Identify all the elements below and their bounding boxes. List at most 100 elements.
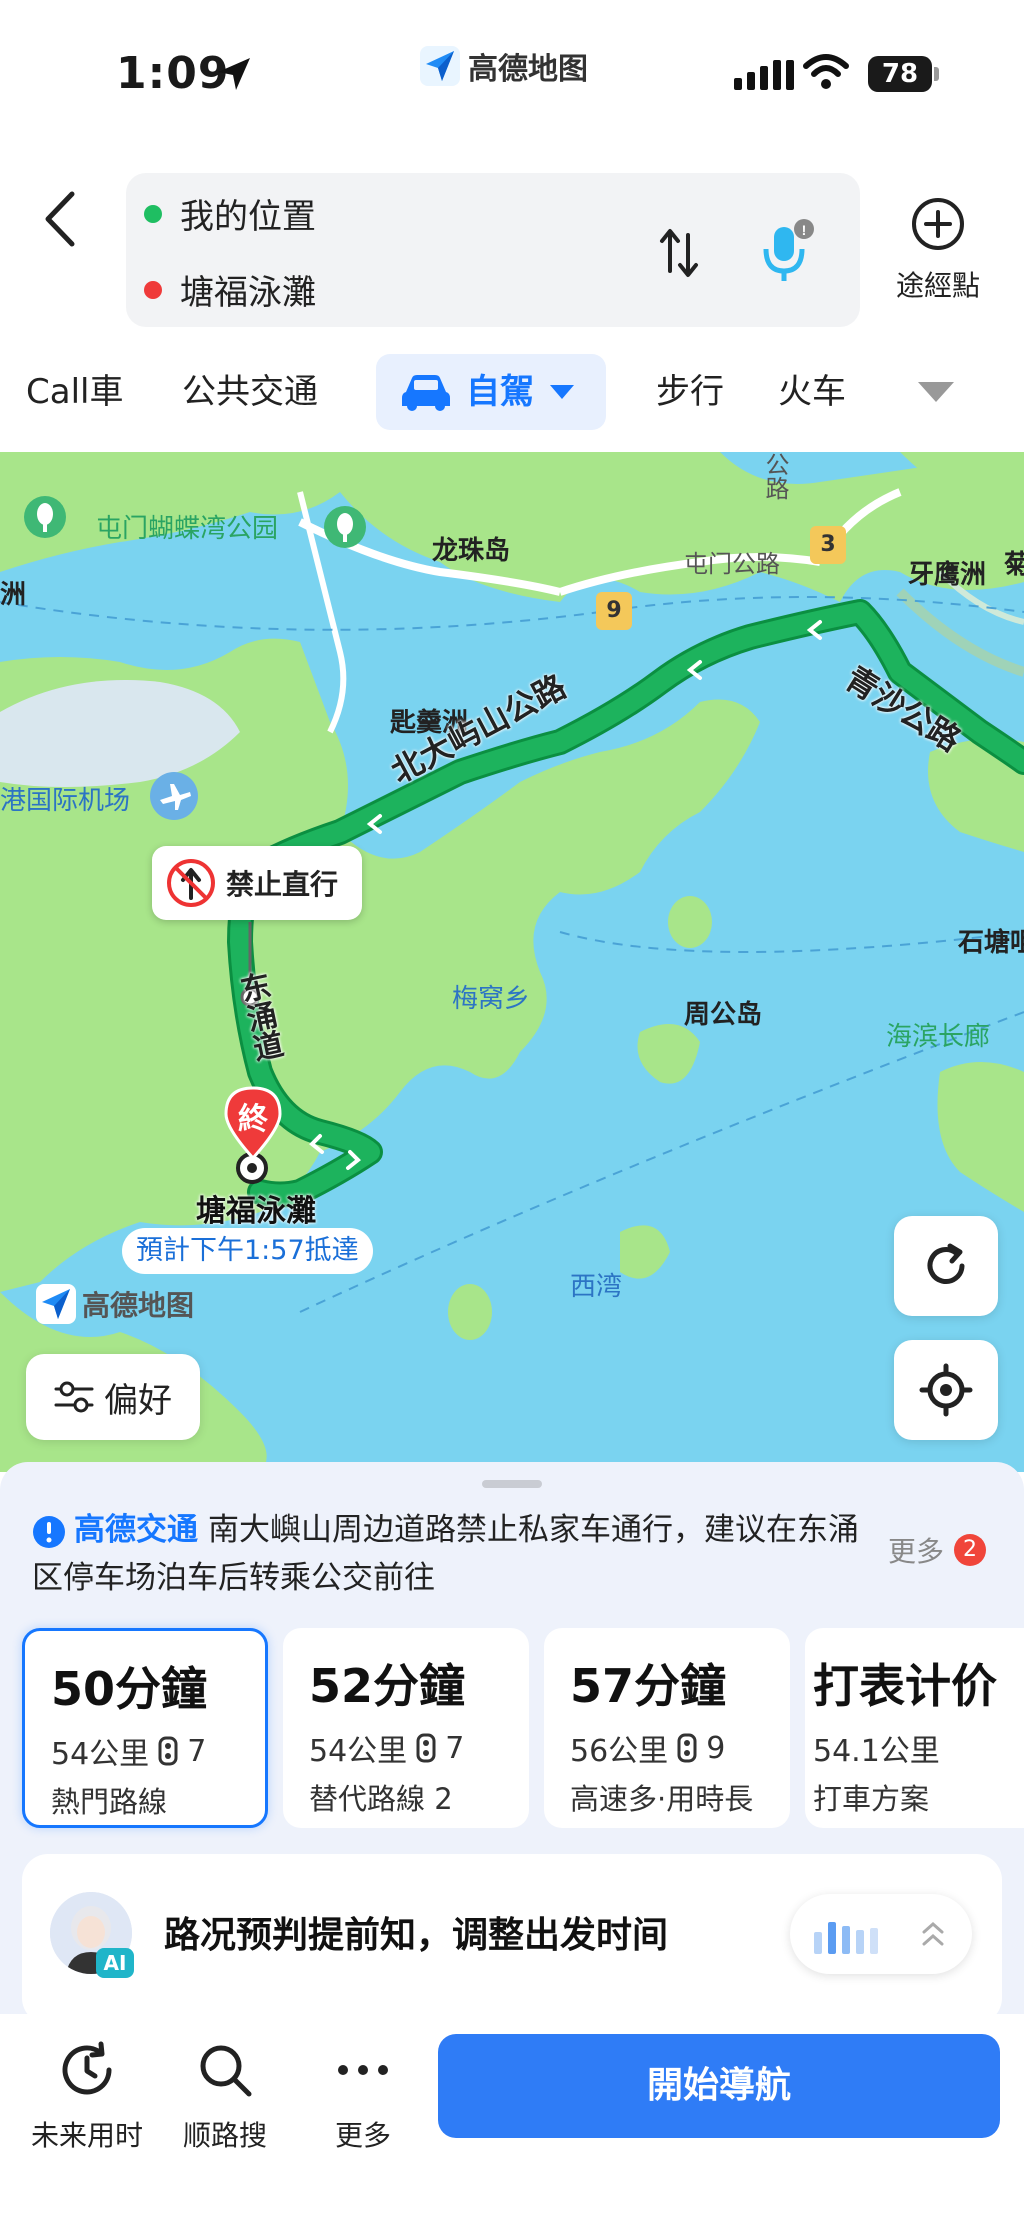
chevron-up-icon bbox=[922, 1921, 944, 1946]
route-distance-row: 54公里 7 bbox=[309, 1726, 529, 1770]
destination-text: 塘福泳灘 bbox=[180, 273, 316, 313]
ai-expand-button[interactable] bbox=[790, 1894, 972, 1974]
map-label-peng-chau: 周公岛 bbox=[684, 1000, 763, 1030]
ai-badge: AI bbox=[96, 1948, 134, 1978]
clock-icon bbox=[62, 2041, 112, 2095]
destination-pin[interactable]: 終 bbox=[222, 1084, 284, 1164]
map-label-edge-left: 洲 bbox=[0, 580, 27, 610]
more-options-label: 更多 bbox=[334, 2119, 391, 2152]
travel-mode-tabs: Call車 公共交通 自駕 步行 火车 bbox=[0, 354, 1024, 430]
route-distance: 54公里 bbox=[309, 1734, 408, 1769]
future-time-button[interactable]: 未来用时 bbox=[22, 2038, 152, 2154]
destination-map-name: 塘福泳灘 bbox=[196, 1194, 316, 1229]
route-tag: 熱門路線 bbox=[51, 1785, 168, 1819]
route-duration: 50分鐘 bbox=[51, 1662, 208, 1716]
notice-source: 高德交通 bbox=[74, 1512, 198, 1548]
origin-dot-icon bbox=[144, 204, 162, 223]
location-arrow-icon bbox=[218, 58, 250, 90]
sheet-handle[interactable] bbox=[482, 1480, 542, 1488]
eta-label: 預計下午1:57抵達 bbox=[122, 1228, 373, 1274]
ai-suggestion-text: 路况预判提前知，调整出发时间 bbox=[164, 1915, 669, 1956]
tab-walk[interactable]: 步行 bbox=[656, 354, 724, 430]
car-icon bbox=[402, 375, 450, 411]
future-time-label: 未来用时 bbox=[30, 2119, 143, 2152]
taxi-tag: 打車方案 bbox=[813, 1782, 930, 1816]
notice-more-link[interactable]: 更多 2 bbox=[888, 1530, 987, 1570]
route-3-shield: 3 bbox=[810, 526, 846, 564]
map-label-seaside: 海滨长廊 bbox=[886, 1022, 991, 1052]
more-dots-icon bbox=[338, 2065, 388, 2075]
search-icon bbox=[200, 2045, 252, 2097]
app-brand: 高德地图 bbox=[420, 44, 588, 88]
origin-field[interactable]: 我的位置 bbox=[144, 189, 316, 238]
add-waypoint-button[interactable]: 途經點 bbox=[880, 196, 996, 306]
traffic-light-icon bbox=[158, 1736, 178, 1766]
info-icon bbox=[33, 1515, 65, 1548]
destination-dot-icon bbox=[144, 280, 162, 299]
voice-input-icon[interactable]: ! bbox=[756, 215, 820, 287]
route-traffic-lights: 9 bbox=[706, 1730, 726, 1766]
route-tag: 替代路線 2 bbox=[309, 1782, 453, 1816]
traffic-notice[interactable]: 高德交通 南大嶼山周边道路禁止私家车通行，建议在东涌区停车场泊车后转乘公交前往 bbox=[32, 1506, 862, 1602]
map-label-meiwo: 梅窝乡 bbox=[452, 984, 531, 1014]
ai-suggestion-card[interactable]: AI 路况预判提前知，调整出发时间 bbox=[22, 1854, 1002, 2024]
app-name: 高德地图 bbox=[468, 52, 588, 87]
route-option-card[interactable]: 57分鐘 56公里 9 高速多·用時長 bbox=[544, 1628, 790, 1828]
locate-me-button[interactable] bbox=[894, 1340, 998, 1440]
park-icon bbox=[324, 506, 366, 548]
route-traffic-lights: 7 bbox=[187, 1733, 207, 1769]
route-duration: 57分鐘 bbox=[570, 1659, 727, 1713]
road-label-top: 公路 bbox=[761, 452, 789, 500]
start-navigation-button[interactable]: 開始導航 bbox=[438, 2034, 1000, 2138]
tab-drive-label: 自駕 bbox=[466, 372, 534, 412]
preferences-button[interactable]: 偏好 bbox=[26, 1354, 200, 1440]
taxi-option-card[interactable]: 打表计价 54.1公里 打車方案 bbox=[805, 1628, 1024, 1828]
traffic-restriction-callout[interactable]: 禁止直行 bbox=[152, 846, 362, 920]
traffic-light-icon bbox=[677, 1733, 697, 1763]
locate-icon bbox=[919, 1363, 973, 1417]
tab-call-car[interactable]: Call車 bbox=[26, 354, 123, 430]
notice-count-badge: 2 bbox=[954, 1534, 987, 1566]
back-button[interactable] bbox=[36, 186, 86, 252]
tab-drive[interactable]: 自駕 bbox=[376, 354, 606, 430]
more-options-button[interactable]: 更多 bbox=[298, 2038, 428, 2154]
route-traffic-lights: 7 bbox=[445, 1730, 465, 1766]
battery-indicator: 78 bbox=[868, 56, 932, 92]
amap-logo-icon bbox=[36, 1284, 76, 1324]
bottom-action-bar: 未来用时 顺路搜 更多 開始導航 bbox=[0, 2014, 1024, 2220]
along-route-search-button[interactable]: 顺路搜 bbox=[160, 2038, 290, 2154]
traffic-light-icon bbox=[416, 1733, 436, 1763]
preferences-label: 偏好 bbox=[104, 1380, 172, 1421]
wifi-icon bbox=[803, 54, 849, 89]
airport-icon bbox=[150, 772, 198, 820]
restriction-text: 禁止直行 bbox=[226, 868, 339, 901]
status-time: 1:09 bbox=[116, 48, 230, 99]
swap-icon[interactable] bbox=[654, 225, 704, 281]
route-map[interactable]: 屯门蝴蝶湾公园 龙珠岛 牙鹰洲 洲 菊 港国际机场 匙羹洲 梅窝乡 周公岛 石塘… bbox=[0, 452, 1024, 1472]
refresh-icon bbox=[927, 1243, 965, 1284]
route-9-shield: 9 bbox=[596, 592, 632, 630]
expand-tabs-icon[interactable] bbox=[916, 380, 956, 404]
road-label-tuen-mun: 屯门公路 bbox=[684, 550, 780, 578]
amap-logo-icon bbox=[420, 46, 460, 86]
tab-public-transit[interactable]: 公共交通 bbox=[182, 354, 318, 430]
map-label-park: 屯门蝴蝶湾公园 bbox=[96, 514, 279, 544]
route-option-card[interactable]: 52分鐘 54公里 7 替代路線 2 bbox=[283, 1628, 529, 1828]
refresh-route-button[interactable] bbox=[894, 1216, 998, 1316]
map-watermark: 高德地图 bbox=[36, 1284, 194, 1324]
route-distance-row: 56公里 9 bbox=[570, 1726, 790, 1770]
route-tag: 高速多·用時長 bbox=[570, 1782, 754, 1816]
route-option-card[interactable]: 50分鐘 54公里 7 熱門路線 bbox=[22, 1628, 268, 1828]
tab-train[interactable]: 火车 bbox=[778, 354, 846, 430]
map-label-shek-tong: 石塘咀 bbox=[958, 928, 1024, 958]
status-bar: 1:09 高德地图 78 bbox=[0, 0, 1024, 150]
map-label-yayingzhou: 牙鹰洲 bbox=[908, 560, 987, 590]
route-distance-row: 54公里 7 bbox=[51, 1729, 265, 1773]
map-label-airport: 港国际机场 bbox=[0, 786, 131, 816]
notice-more-label: 更多 bbox=[888, 1535, 945, 1568]
map-label-edge-right: 菊 bbox=[1004, 550, 1024, 580]
sliders-icon bbox=[54, 1381, 94, 1413]
destination-field[interactable]: 塘福泳灘 bbox=[144, 265, 316, 314]
route-distance: 56公里 bbox=[570, 1734, 669, 1769]
map-label-sai-wan: 西湾 bbox=[570, 1272, 623, 1302]
